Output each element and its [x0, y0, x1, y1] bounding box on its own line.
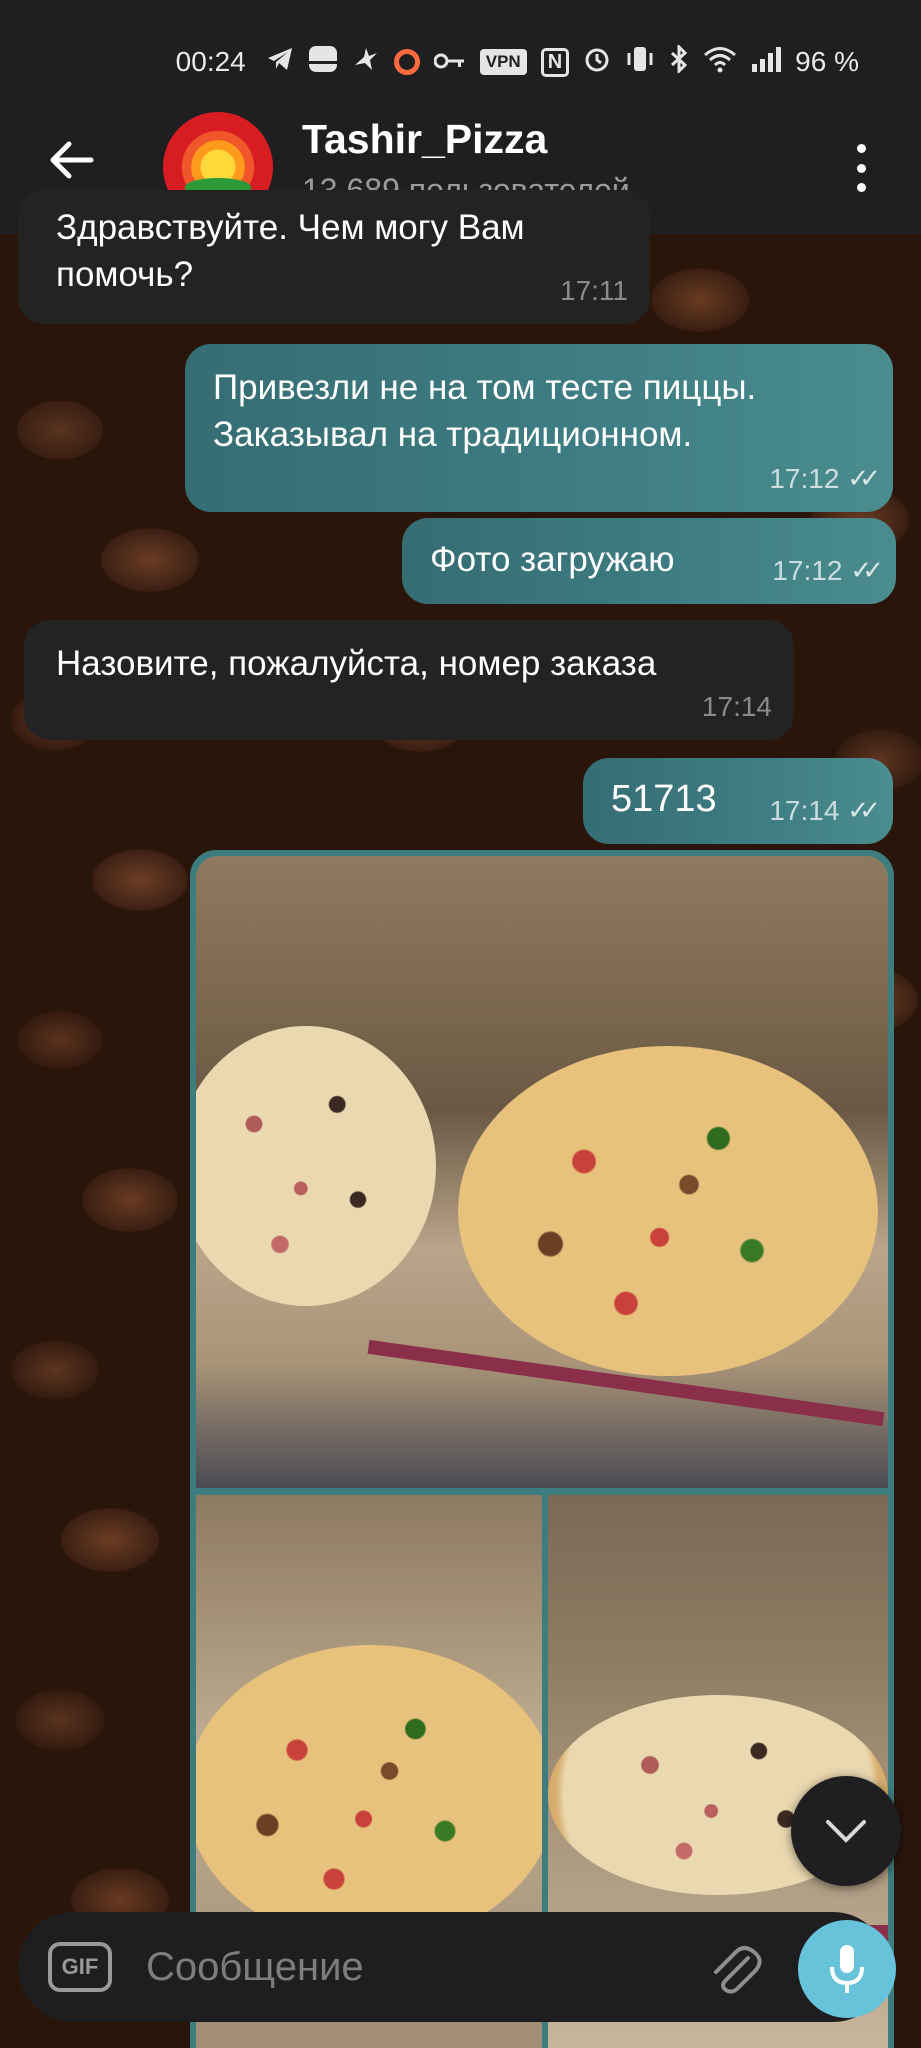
- photo-album: [190, 850, 894, 2048]
- message-outgoing[interactable]: Фото загружаю 17:12 ✓✓: [402, 518, 896, 604]
- double-check-icon: ✓✓: [850, 555, 883, 585]
- signal-icon: [751, 46, 782, 79]
- message-text: Привезли не на том тесте пиццы. Заказыва…: [213, 368, 757, 454]
- message-input[interactable]: [146, 1936, 686, 1998]
- key-icon: [433, 47, 466, 78]
- bluetooth-icon: [669, 42, 689, 80]
- microphone-icon: [830, 1945, 864, 1993]
- status-bar: 00:24 VPN N 96 %: [176, 40, 859, 84]
- battery-percent: 96 %: [795, 46, 859, 77]
- chevron-down-icon: [826, 1820, 866, 1843]
- message-text: Здравствуйте. Чем могу Вам помочь?: [56, 208, 525, 294]
- chat-title[interactable]: Tashir_Pizza: [302, 116, 547, 163]
- microphone-button[interactable]: [798, 1920, 896, 2018]
- arrow-left-icon: [50, 141, 94, 179]
- message-time: 17:12: [772, 555, 843, 586]
- message-composer: GIF: [18, 1912, 888, 2022]
- message-incoming[interactable]: Здравствуйте. Чем могу Вам помочь? 17:11: [18, 190, 650, 324]
- message-text: Назовите, пожалуйста, номер заказа: [56, 644, 657, 683]
- alarm-icon: [583, 45, 611, 80]
- vpn-badge: VPN: [479, 49, 527, 75]
- paperclip-icon: [714, 1946, 762, 1994]
- screen-record-icon: [393, 49, 420, 75]
- double-check-icon: ✓✓: [847, 463, 880, 493]
- gif-button[interactable]: GIF: [48, 1942, 112, 1992]
- message-time: 17:14: [769, 795, 840, 826]
- telegram-icon: [266, 46, 294, 79]
- attach-button[interactable]: [708, 1938, 764, 1998]
- nfc-icon: N: [540, 47, 570, 77]
- more-menu-button[interactable]: [841, 138, 881, 198]
- more-vertical-icon: [856, 144, 866, 153]
- app-icon: [308, 45, 338, 80]
- message-incoming[interactable]: Назовите, пожалуйста, номер заказа 17:14: [24, 620, 794, 740]
- pizza-photo[interactable]: [196, 856, 888, 1488]
- status-time: 00:24: [175, 46, 246, 77]
- back-button[interactable]: [42, 130, 102, 190]
- double-check-icon: ✓✓: [847, 795, 880, 825]
- scroll-down-button[interactable]: [791, 1776, 901, 1886]
- message-time: 17:11: [560, 275, 628, 306]
- message-outgoing[interactable]: 51713 17:14 ✓✓: [583, 758, 893, 844]
- message-time: 17:12: [769, 463, 840, 494]
- bird-icon: [352, 45, 380, 80]
- message-time: 17:14: [701, 691, 772, 722]
- wifi-icon: [703, 45, 737, 80]
- vibrate-icon: [625, 45, 655, 80]
- message-outgoing[interactable]: Привезли не на том тесте пиццы. Заказыва…: [185, 344, 893, 512]
